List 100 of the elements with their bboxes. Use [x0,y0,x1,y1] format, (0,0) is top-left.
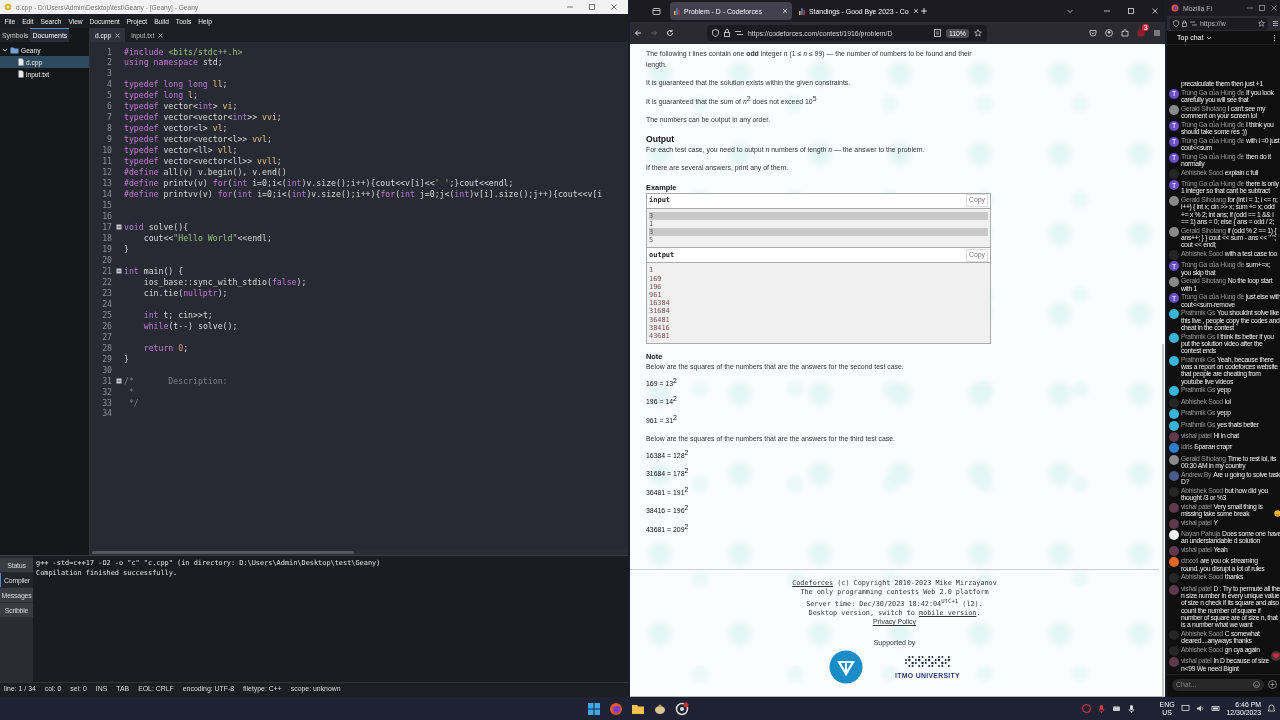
more-icon[interactable] [1273,33,1276,42]
maximize-icon[interactable] [588,3,596,11]
lock-icon [724,29,730,37]
section-heading: Output [646,133,676,145]
menu-icon[interactable] [1272,20,1279,27]
dots-logo-icon [903,654,952,668]
line-number: 3 [106,68,112,80]
line-number: 33 [101,397,112,409]
code-line: */ [127,397,139,409]
network-icon[interactable] [1180,704,1190,713]
smiley-icon[interactable] [1253,681,1260,688]
extension-icon[interactable] [1137,29,1145,37]
line-number: 24 [101,298,112,310]
code-line: #define all(v) v.begin(), v.end() [124,167,287,179]
ton-logo-icon [829,650,863,685]
code-line: #define printvv(v) for(int i=0;i<(int)v.size();i++){for(int j=0;j<(int)v[i].size();j++){cout<<v[i [124,189,603,201]
line-number: 25 [101,309,112,321]
fold-icon[interactable] [116,268,122,275]
line-number: 19 [101,243,112,255]
line-number: 4 [106,79,112,91]
chevron-icon [2,47,8,53]
shield-icon [712,29,719,37]
line-number: 14 [101,189,112,201]
line-number: 10 [101,145,112,157]
permissions-icon [1190,21,1197,26]
line-number: 22 [101,276,112,288]
star-icon[interactable] [974,29,982,37]
code-line: void solve(){ [124,222,189,233]
pocket-icon[interactable] [1089,29,1097,37]
code-line: typedef long long ll; [124,79,228,91]
line-number: 17 [101,222,112,233]
close-icon[interactable] [1270,4,1278,12]
line-number: 30 [101,364,112,376]
fold-icon[interactable] [116,378,122,385]
code-line: typedef long l; [124,90,198,102]
send-icon[interactable] [1268,680,1277,689]
code-line: } [124,353,129,365]
lock-icon [1182,20,1187,27]
code-line: ios_base::sync_with_stdio(false); [142,276,307,288]
firefox-icon [1171,4,1179,12]
line-number: 27 [101,331,112,343]
line-number: 12 [101,167,112,179]
tab-list-icon[interactable] [652,6,661,16]
reader-view-icon[interactable] [933,29,941,37]
firefox-icon[interactable] [609,701,623,716]
reload-icon[interactable] [666,29,674,37]
line-number: 2 [106,57,112,69]
bell-icon[interactable] [1267,704,1276,713]
code-line: while(t--) solve(); [142,320,238,332]
code-line: using namespace std; [124,57,223,69]
microphone-icon[interactable] [1126,704,1136,713]
geany-logo-icon [4,3,12,11]
line-number: 5 [106,90,112,102]
star-icon[interactable] [1258,20,1265,27]
code-line: /* Description: [124,375,228,387]
code-line: #include <bits/stdc++.h> [124,46,243,58]
line-number: 6 [106,101,112,113]
code-line: typedef vector<vector<ll>> vvll; [124,156,282,168]
bar-chart-icon [799,7,805,15]
code-line: int t; cin>>t; [142,309,213,321]
line-number: 8 [106,123,112,135]
camera-icon[interactable] [1111,704,1121,713]
plus-icon[interactable] [920,7,928,15]
code-line: } [124,243,129,255]
minimize-icon[interactable] [1103,7,1111,15]
puzzle-icon[interactable] [1121,29,1129,37]
line-number: 11 [101,156,112,168]
code-line: #define printv(v) for(int i=0;i<(int)v.size();i++){cout<<v[i]<<' ';}cout<<endl; [124,178,514,190]
windows-start-icon[interactable] [587,701,601,716]
speaker-icon[interactable] [1195,704,1205,713]
fold-icon[interactable] [116,224,122,231]
battery-icon[interactable] [1210,704,1221,713]
line-number: 29 [101,353,112,365]
line-number: 18 [101,232,112,244]
line-number: 34 [101,408,112,420]
line-number: 20 [101,254,112,266]
permissions-icon [735,30,743,36]
code-line: typedef vector<vector<int>> vvi; [124,112,282,124]
line-number: 9 [106,134,112,146]
line-number: 1 [106,46,112,58]
heart-icon [1271,651,1280,661]
close-icon[interactable] [610,3,618,11]
back-arrow-icon[interactable] [634,29,642,37]
shield-icon [1173,20,1179,27]
record-circle-icon[interactable] [675,701,689,716]
code-line: cin.tie(nullptr); [142,287,228,299]
chevron-down-icon[interactable] [1206,34,1213,41]
line-number: 7 [106,112,112,124]
code-line: typedef vector<l> vl; [124,123,228,135]
account-icon[interactable] [1105,29,1113,37]
code-line: typedef vector<ll> vll; [124,145,238,157]
line-number: 15 [101,200,112,212]
line-number: 16 [101,211,112,222]
code-line: typedef vector<vector<l>> vvl; [124,134,272,146]
maximize-icon[interactable] [1258,4,1266,12]
line-number: 31 [101,375,112,387]
code-line: typedef vector<int> vi; [124,101,238,113]
line-number: 21 [101,265,112,277]
line-number: 23 [101,287,112,299]
emoji-icon [1274,510,1280,518]
